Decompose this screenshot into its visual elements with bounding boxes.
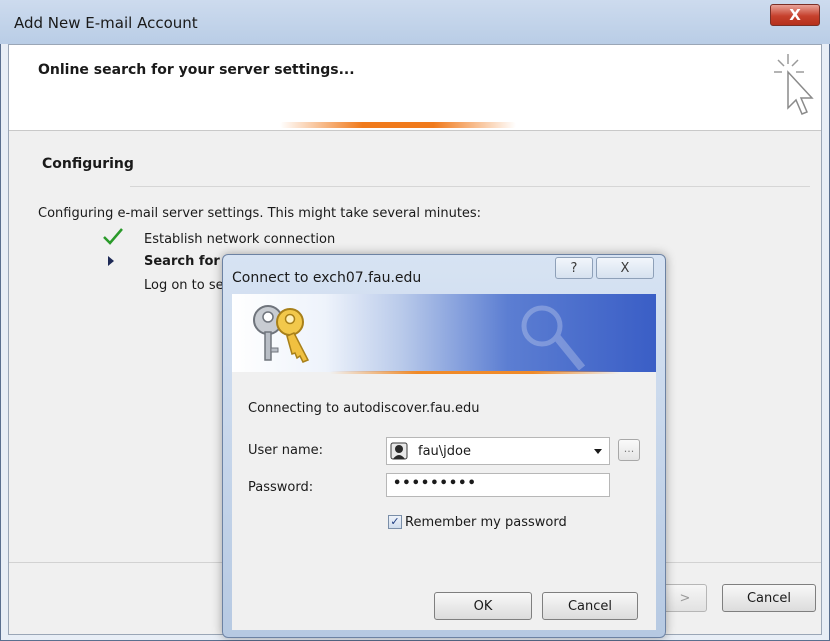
cursor-sparkle-icon (774, 54, 814, 115)
outer-cancel-button[interactable]: Cancel (722, 584, 816, 612)
connect-dialog-title: Connect to exch07.fau.edu (232, 270, 422, 286)
step-log-on: Log on to se (144, 278, 224, 293)
search-progress-bar (280, 122, 516, 128)
outer-window-title: Add New E-mail Account (14, 14, 198, 32)
banner-accent-line (330, 371, 620, 374)
connecting-status: Connecting to autodiscover.fau.edu (248, 401, 480, 416)
chevron-down-icon[interactable] (594, 449, 602, 454)
password-masked-value: ••••••••• (393, 476, 477, 491)
arrow-right-icon (108, 256, 114, 266)
next-button[interactable]: > (663, 584, 707, 612)
outer-header-panel (9, 45, 821, 131)
section-title: Configuring (42, 156, 134, 172)
outer-close-button[interactable]: X (770, 4, 820, 26)
dialog-close-button[interactable]: X (596, 257, 654, 279)
user-icon (390, 442, 408, 460)
password-label: Password: (248, 480, 314, 495)
remember-password-checkbox[interactable]: ✓ (388, 515, 402, 529)
browse-button[interactable]: ... (618, 439, 640, 461)
keys-watermark-icon (521, 305, 586, 370)
remember-password-label[interactable]: Remember my password (405, 515, 567, 530)
config-description: Configuring e-mail server settings. This… (38, 206, 482, 221)
help-button[interactable]: ? (555, 257, 593, 279)
outer-heading: Online search for your server settings..… (38, 62, 355, 78)
username-label: User name: (248, 443, 324, 458)
checkmark-icon (103, 228, 123, 245)
keys-icon (253, 305, 310, 363)
dialog-cancel-button[interactable]: Cancel (542, 592, 638, 620)
section-divider (130, 186, 810, 187)
step-establish-connection: Establish network connection (144, 232, 336, 247)
ok-button[interactable]: OK (434, 592, 532, 620)
step-search-server: Search for (144, 254, 220, 269)
username-value: fau\jdoe (418, 444, 471, 459)
